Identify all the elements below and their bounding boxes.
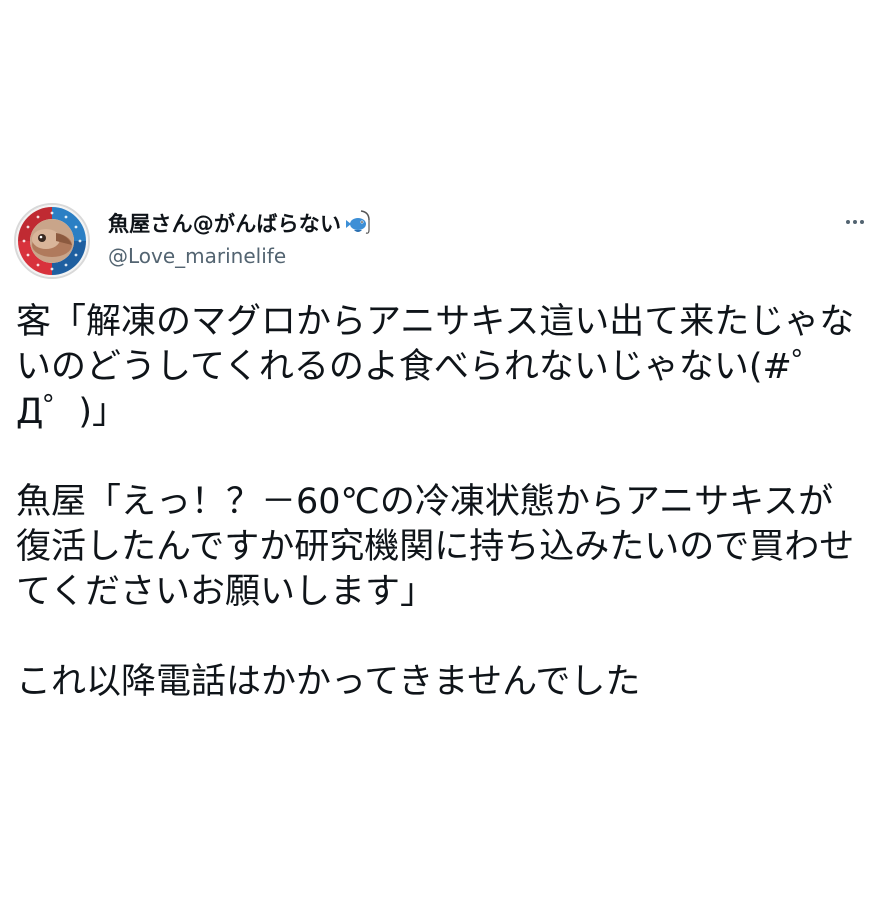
- more-options-icon[interactable]: [840, 210, 868, 234]
- fishing-fish-icon: [343, 208, 373, 238]
- tweet-paragraph-3: これ以降電話はかかってきませんでした: [16, 662, 641, 702]
- more-dot: [860, 220, 864, 224]
- user-handle[interactable]: @Love_marinelife: [108, 244, 286, 268]
- avatar[interactable]: [14, 203, 90, 279]
- fish-avatar-icon: [16, 205, 88, 277]
- tweet-text: 客「解凍のマグロからアニサキス這い出て来たじゃないのどうしてくれるのよ食べられな…: [16, 300, 861, 705]
- tweet-paragraph-1: 客「解凍のマグロからアニサキス這い出て来たじゃないのどうしてくれるのよ食べられな…: [16, 302, 855, 432]
- more-dot: [846, 220, 850, 224]
- tweet-card: 魚屋さん@がんばらない @Love_marinelife 客「解凍のマグロからア…: [0, 0, 869, 906]
- tweet-paragraph-2: 魚屋「えっ！？－60℃の冷凍状態からアニサキスが復活したんですか研究機関に持ち込…: [16, 482, 855, 612]
- display-name[interactable]: 魚屋さん@がんばらない: [108, 208, 341, 238]
- more-dot: [853, 220, 857, 224]
- user-name-row: 魚屋さん@がんばらない: [108, 208, 373, 238]
